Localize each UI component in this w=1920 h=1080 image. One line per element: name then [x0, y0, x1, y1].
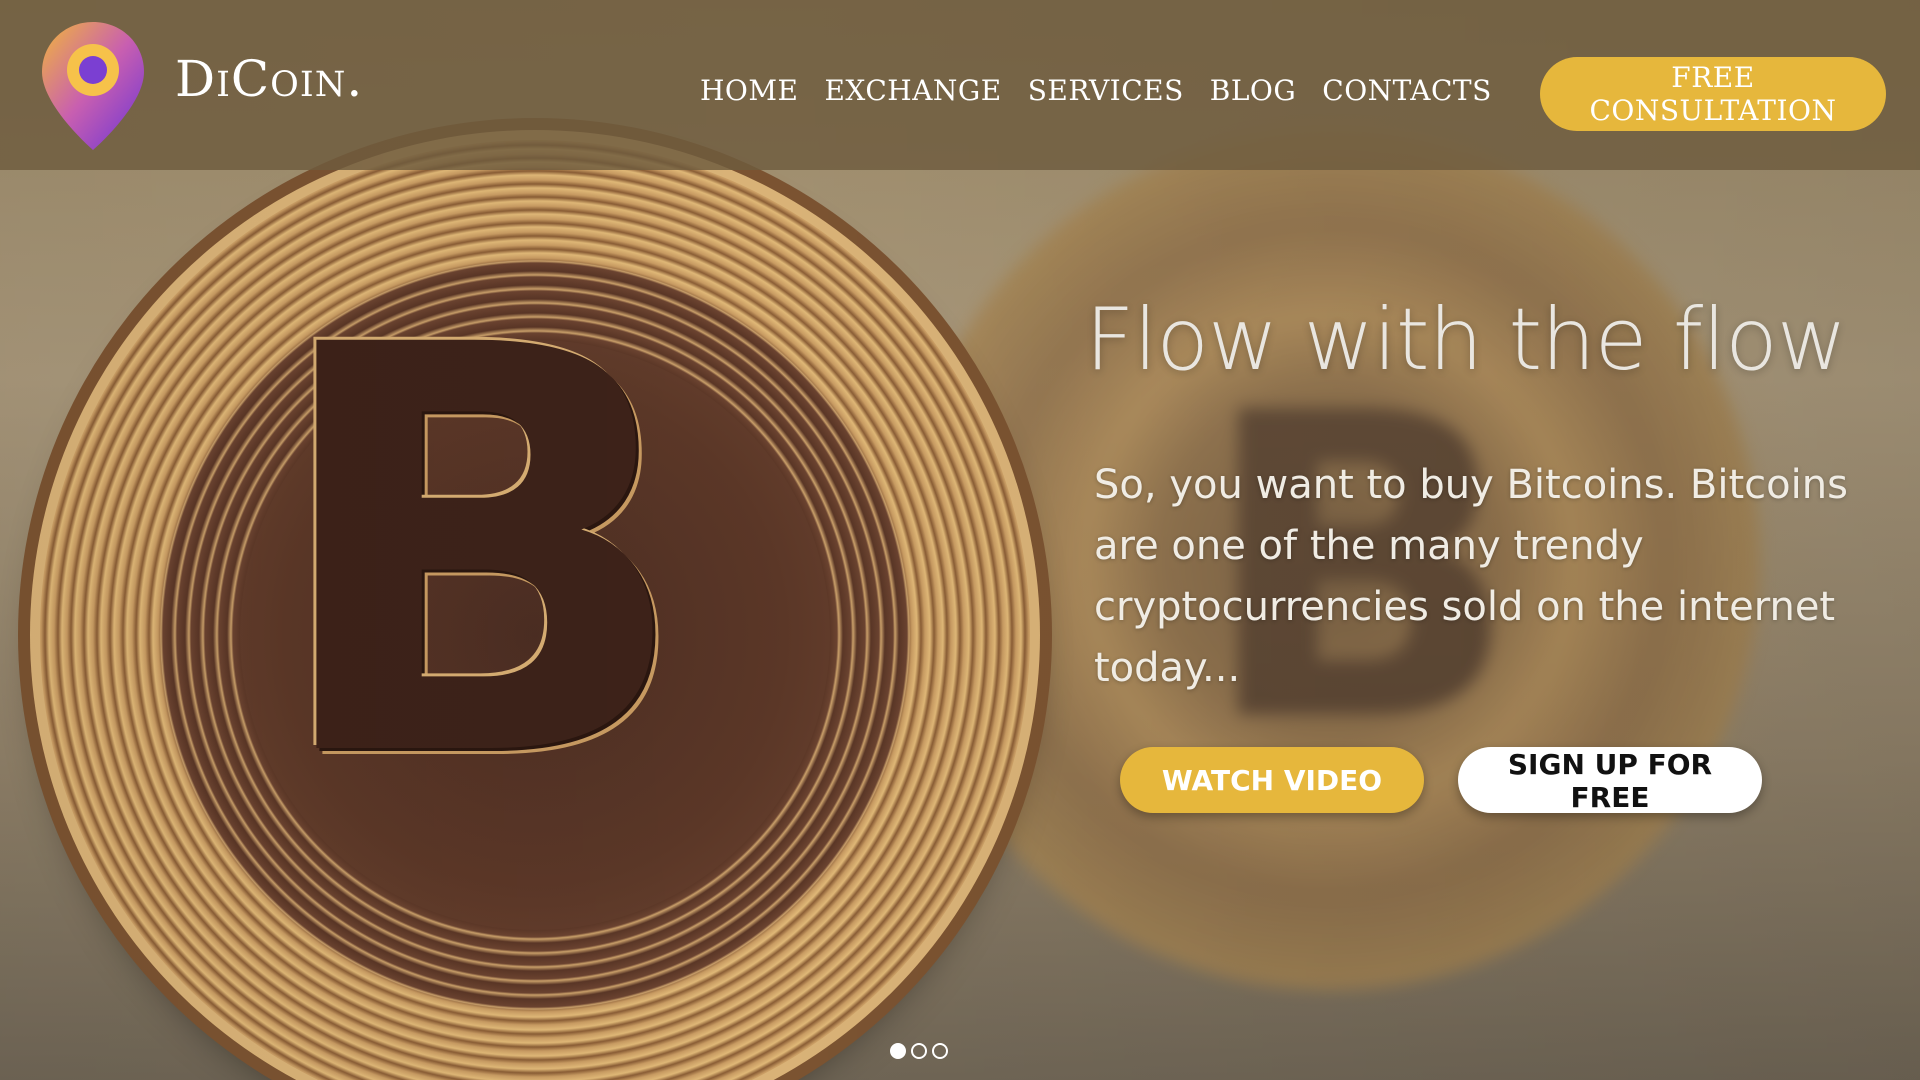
slider-dot-1[interactable]: [890, 1043, 906, 1059]
nav-item-contacts[interactable]: CONTACTS: [1322, 74, 1492, 107]
slider-dot-3[interactable]: [932, 1043, 948, 1059]
watch-video-button[interactable]: WATCH VIDEO: [1120, 747, 1424, 813]
slider-dot-2[interactable]: [911, 1043, 927, 1059]
site-header: DiCoin. HOME EXCHANGE SERVICES BLOG CONT…: [0, 0, 1920, 170]
slider-pagination: [890, 1043, 948, 1059]
free-consultation-button[interactable]: FREE CONSULTATION: [1540, 57, 1886, 131]
hero-section: B B DiCoin. HOME EXCHANGE SERVICES: [0, 0, 1920, 1080]
nav-item-home[interactable]: HOME: [700, 74, 798, 107]
main-nav: HOME EXCHANGE SERVICES BLOG CONTACTS: [700, 74, 1492, 107]
location-pin-logo-icon[interactable]: [38, 18, 148, 154]
hero-subtext: So, you want to buy Bitcoins. Bitcoins a…: [1094, 462, 1848, 691]
brand-name[interactable]: DiCoin.: [175, 50, 363, 108]
nav-item-exchange[interactable]: EXCHANGE: [824, 74, 1001, 107]
nav-item-services[interactable]: SERVICES: [1028, 74, 1184, 107]
sign-up-button[interactable]: SIGN UP FOR FREE: [1458, 747, 1762, 814]
nav-item-blog[interactable]: BLOG: [1210, 74, 1297, 107]
hero-headline: Flow with the flow: [1085, 290, 1847, 390]
